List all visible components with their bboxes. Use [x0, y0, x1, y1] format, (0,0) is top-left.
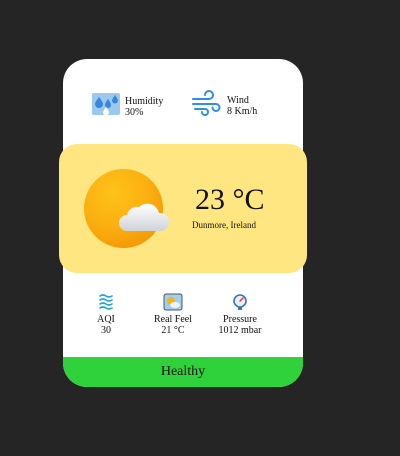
pressure-label: Pressure	[223, 314, 257, 325]
current-weather-panel: 23 °C Dunmore, Ireland	[59, 144, 307, 273]
aqi-metric: AQI 30	[93, 293, 119, 336]
aqi-value: 30	[101, 325, 111, 336]
pressure-metric: Pressure 1012 mbar	[213, 293, 267, 336]
humidity-value: 30%	[125, 106, 144, 118]
location: Dunmore, Ireland	[192, 220, 256, 230]
cloud-icon	[117, 201, 170, 238]
wind-value: 8 Km/h	[227, 105, 258, 117]
aqi-label: AQI	[97, 314, 115, 325]
pressure-icon	[231, 293, 249, 311]
humidity-label: Humidity	[125, 95, 164, 107]
status-badge: Healthy	[63, 357, 303, 387]
pressure-value: 1012 mbar	[218, 325, 262, 336]
humidity-icon	[91, 90, 121, 123]
wind-stat: Wind 8 Km/h	[191, 90, 257, 121]
real-feel-label: Real Feel	[153, 314, 193, 325]
temperature: 23 °C	[195, 183, 265, 216]
wind-icon	[191, 90, 221, 121]
status-label: Healthy	[160, 364, 206, 379]
real-feel-metric: Real Feel 21 °C	[149, 293, 197, 336]
aqi-icon	[97, 293, 115, 311]
wind-label: Wind	[227, 94, 249, 106]
real-feel-icon	[163, 293, 183, 311]
real-feel-value: 21 °C	[161, 325, 185, 336]
humidity-stat: Humidity 30%	[91, 90, 163, 123]
